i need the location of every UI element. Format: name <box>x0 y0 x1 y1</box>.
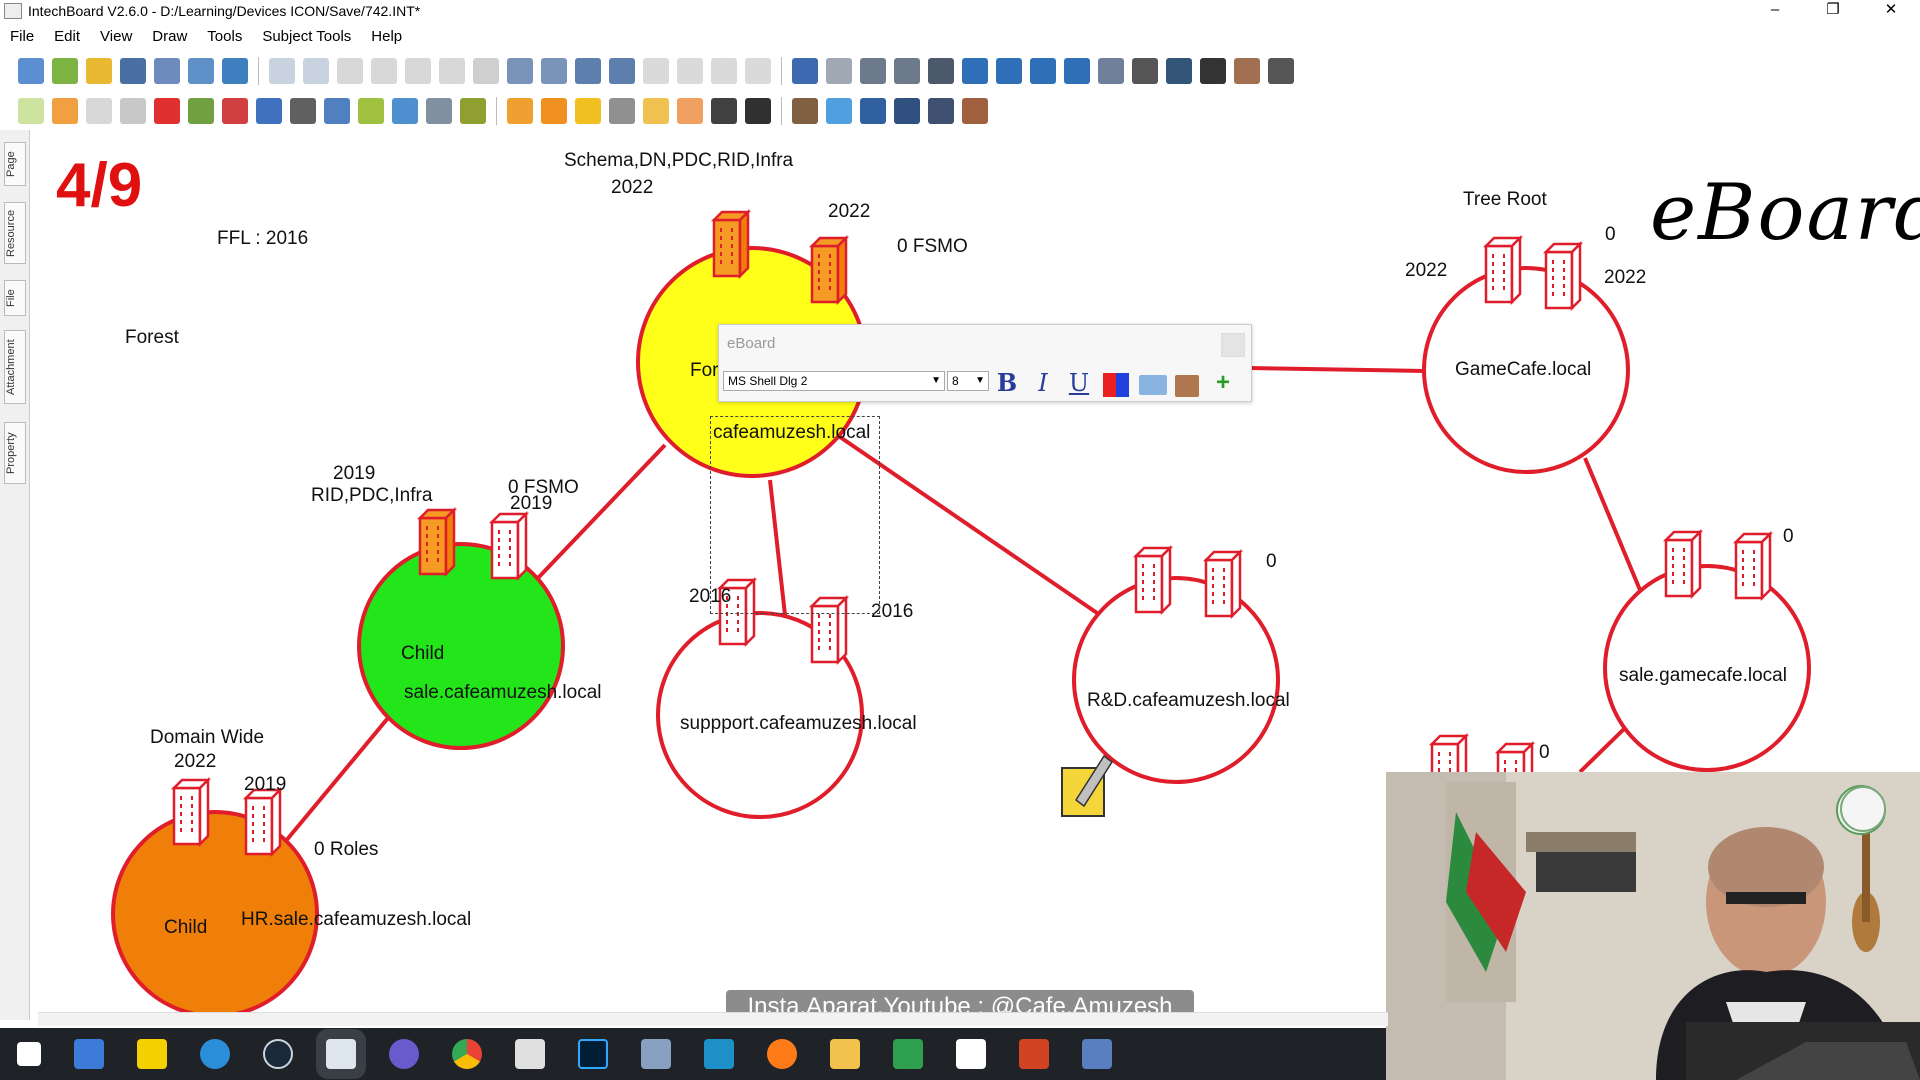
bold-button[interactable]: B <box>993 369 1021 397</box>
hidden-zero-label: 0 <box>1539 742 1550 763</box>
photoshop-icon[interactable] <box>578 1039 608 1069</box>
forest-roles-label: Schema,DN,PDC,RID,Infra <box>564 150 794 171</box>
add-button[interactable]: + <box>1209 369 1237 397</box>
gamecafe-dc2-year-label: 2022 <box>1604 267 1647 288</box>
pen-tool-icon[interactable] <box>1061 754 1114 817</box>
support-domain-name: suppport.cafeamuzesh.local <box>680 713 917 734</box>
connect-icon[interactable] <box>641 1039 671 1069</box>
intechboard-icon[interactable] <box>326 1039 356 1069</box>
server-icon[interactable] <box>1082 1039 1112 1069</box>
horizontal-scrollbar[interactable] <box>38 1012 1388 1026</box>
font-size-value: 8 <box>952 374 959 388</box>
child-sale-domain-name: sale.cafeamuzesh.local <box>404 682 602 703</box>
hr-year-label: 2022 <box>174 751 217 772</box>
color-palette-icon[interactable] <box>1103 373 1129 397</box>
link-gamecafe-salegame <box>1583 457 1642 591</box>
hr-dc1-server-icon[interactable] <box>172 778 210 846</box>
network-icon[interactable] <box>74 1039 104 1069</box>
ffl-label: FFL : 2016 <box>217 228 309 249</box>
browser-icon[interactable] <box>200 1039 230 1069</box>
page-counter: 4/9 <box>56 151 143 220</box>
rd-domain-name: R&D.cafeamuzesh.local <box>1087 690 1290 711</box>
gamecafe-dc2-server-icon[interactable] <box>1544 242 1582 310</box>
text-format-toolbar: eBoard MS Shell Dlg 2 ▼ 8 ▼ B I U + <box>718 324 1252 402</box>
hr-domain-name: HR.sale.cafeamuzesh.local <box>241 909 472 930</box>
windows-start-icon[interactable] <box>17 1042 41 1066</box>
rd-dc2-server-icon[interactable] <box>1204 550 1242 618</box>
salegame-dc1-server-icon[interactable] <box>1664 530 1702 598</box>
gamecafe-domain-name: GameCafe.local <box>1455 359 1592 380</box>
folder-icon[interactable] <box>830 1039 860 1069</box>
gamecafe-zero-label: 0 <box>1605 224 1616 245</box>
salegame-zero-label: 0 <box>1783 526 1794 547</box>
tree-root-label: Tree Root <box>1463 189 1547 210</box>
hr-dc2-server-icon[interactable] <box>244 788 282 856</box>
child-roles-label: RID,PDC,Infra <box>311 485 433 506</box>
forest-dc1-server-icon[interactable] <box>712 210 750 278</box>
forest-dc2-year-label: 2022 <box>828 201 871 222</box>
forest-fsmo-label: 0 FSMO <box>897 236 968 257</box>
hr-roles-label: 0 Roles <box>314 839 379 860</box>
hr-type-label: Child <box>164 917 208 938</box>
forest-dc2-server-icon[interactable] <box>810 236 848 304</box>
font-size-select[interactable]: 8 ▼ <box>947 371 989 391</box>
gamecafe-dc1-year-label: 2022 <box>1405 260 1448 281</box>
chevron-down-icon: ▼ <box>975 375 985 386</box>
handwriting-icon[interactable] <box>1175 375 1199 397</box>
window-icon[interactable] <box>704 1039 734 1069</box>
child-dc2-server-icon[interactable] <box>490 512 528 580</box>
sale-gamecafe-domain-name: sale.gamecafe.local <box>1619 665 1787 686</box>
hr-dc2-year-label: 2019 <box>244 774 287 795</box>
italic-button[interactable]: I <box>1029 369 1057 397</box>
gamecafe-dc1-server-icon[interactable] <box>1484 236 1522 304</box>
chevron-down-icon: ▼ <box>931 375 941 386</box>
font-family-value: MS Shell Dlg 2 <box>728 374 808 388</box>
firefox-icon[interactable] <box>767 1039 797 1069</box>
child-year-label: 2019 <box>333 463 376 484</box>
eboard-logo: eBoard <box>1650 168 1920 258</box>
camtasia-icon[interactable] <box>893 1039 923 1069</box>
child-dc2-year-label: 2019 <box>510 493 553 514</box>
forest-root-year-label: 2022 <box>611 177 654 198</box>
text-editor-title: eBoard <box>727 335 776 352</box>
text-input-box[interactable] <box>710 416 880 614</box>
game-icon[interactable] <box>515 1039 545 1069</box>
link-child-hr <box>278 716 390 850</box>
steam-icon[interactable] <box>263 1039 293 1069</box>
underline-button[interactable]: U <box>1065 369 1093 397</box>
child-type-label: Child <box>401 643 445 664</box>
text-editor-close-button[interactable] <box>1221 333 1245 357</box>
link-forest-child <box>536 443 667 580</box>
salegame-dc2-server-icon[interactable] <box>1734 532 1772 600</box>
chrome-icon[interactable] <box>452 1039 482 1069</box>
link-forest-gamecafe <box>1249 366 1426 373</box>
forest-label: Forest <box>125 327 179 348</box>
child-dc1-server-icon[interactable] <box>418 508 456 576</box>
rd-zero-label: 0 <box>1266 551 1277 572</box>
capture-icon[interactable] <box>389 1039 419 1069</box>
c-icon[interactable] <box>956 1039 986 1069</box>
child-sale-circle[interactable] <box>357 542 565 750</box>
notes-icon[interactable] <box>137 1039 167 1069</box>
powerpoint-icon[interactable] <box>1019 1039 1049 1069</box>
rd-dc1-server-icon[interactable] <box>1134 546 1172 614</box>
channel-logo-icon <box>1840 786 1886 832</box>
presenter-video <box>1386 772 1920 1080</box>
forest-root-prefix: For <box>690 360 719 381</box>
windows-taskbar <box>0 1028 1386 1080</box>
rd-circle[interactable] <box>1072 576 1280 784</box>
webcam-overlay <box>1386 772 1920 1080</box>
domain-wide-label: Domain Wide <box>150 727 265 748</box>
keyboard-icon[interactable] <box>1139 375 1167 395</box>
link-salegame-hidden <box>1578 726 1627 774</box>
font-family-select[interactable]: MS Shell Dlg 2 ▼ <box>723 371 945 391</box>
